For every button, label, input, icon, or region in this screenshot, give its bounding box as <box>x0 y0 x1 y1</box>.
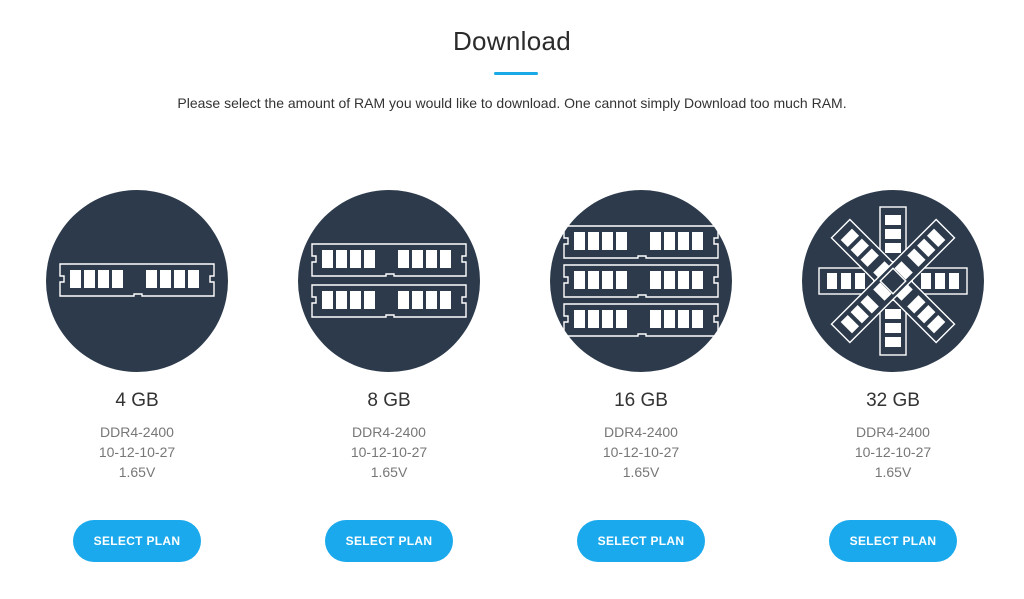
plan-timings: 10-12-10-27 <box>854 444 932 460</box>
plan-ram-type: DDR4-2400 <box>352 424 426 440</box>
select-plan-button[interactable]: SELECT PLAN <box>829 520 957 562</box>
select-plan-button[interactable]: SELECT PLAN <box>577 520 705 562</box>
plan-ram-type: DDR4-2400 <box>856 424 930 440</box>
ram-stick-icon <box>550 190 732 372</box>
plan-card-32gb: 32 GB DDR4-2400 10-12-10-27 1.65V SELECT… <box>793 190 993 562</box>
plan-voltage: 1.65V <box>118 464 156 480</box>
plan-voltage: 1.65V <box>622 464 660 480</box>
plan-timings: 10-12-10-27 <box>350 444 428 460</box>
plan-card-16gb: 16 GB DDR4-2400 10-12-10-27 1.65V SELECT… <box>541 190 741 562</box>
plan-name: 4 GB <box>115 390 159 411</box>
ram-stick-icon <box>46 190 228 372</box>
plan-name: 8 GB <box>367 390 411 411</box>
plan-name: 16 GB <box>614 390 668 411</box>
plan-timings: 10-12-10-27 <box>98 444 176 460</box>
plan-ram-type: DDR4-2400 <box>604 424 678 440</box>
plan-timings: 10-12-10-27 <box>602 444 680 460</box>
title-underline <box>494 72 538 75</box>
plan-name: 32 GB <box>866 390 920 411</box>
plan-card-4gb: 4 GB DDR4-2400 10-12-10-27 1.65V SELECT … <box>37 190 237 562</box>
page-subtitle: Please select the amount of RAM you woul… <box>177 95 847 111</box>
page-title: Download <box>452 26 572 56</box>
select-plan-button[interactable]: SELECT PLAN <box>73 520 201 562</box>
plan-ram-type: DDR4-2400 <box>100 424 174 440</box>
ram-stick-icon <box>298 190 480 372</box>
plan-card-8gb: 8 GB DDR4-2400 10-12-10-27 1.65V SELECT … <box>289 190 489 562</box>
select-plan-button[interactable]: SELECT PLAN <box>325 520 453 562</box>
plan-voltage: 1.65V <box>370 464 408 480</box>
plan-voltage: 1.65V <box>874 464 912 480</box>
ram-stick-icon <box>802 190 984 372</box>
